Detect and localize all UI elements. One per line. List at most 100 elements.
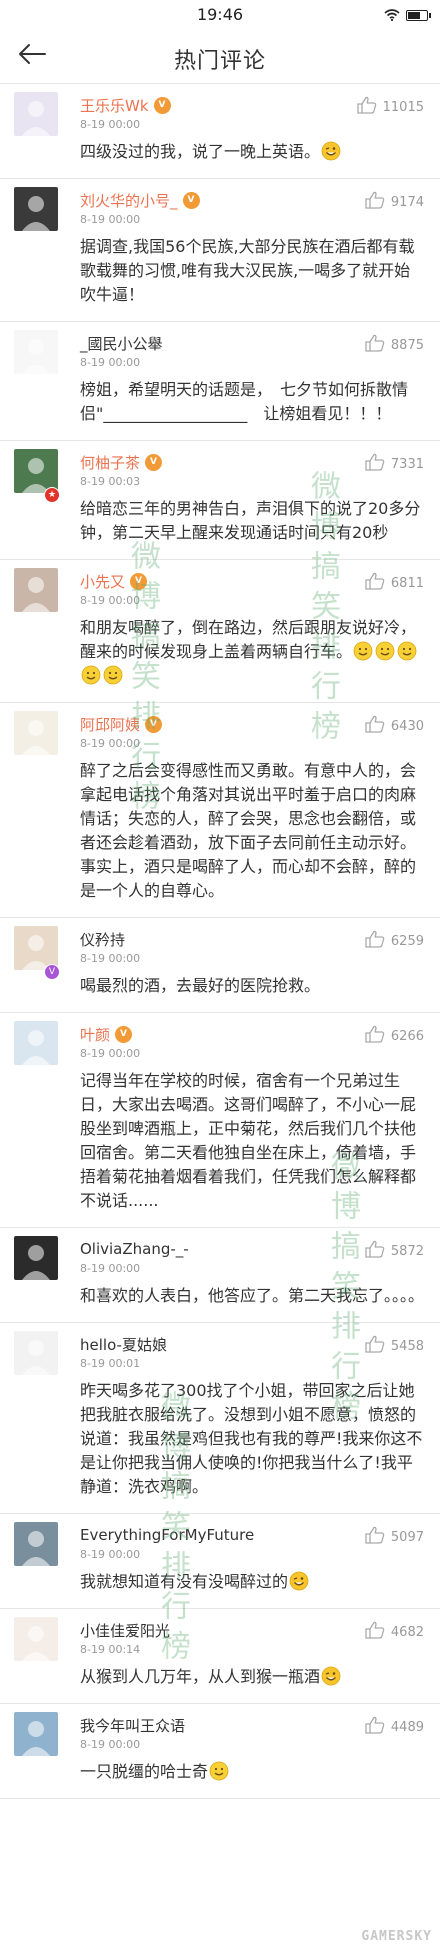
like-button[interactable]: 6259 (365, 930, 424, 952)
user-name[interactable]: 小先又 (80, 571, 125, 592)
like-count: 4489 (390, 1719, 424, 1735)
grin-face-emoji-icon (374, 641, 396, 661)
user-name[interactable]: 何柚子茶 (80, 452, 140, 473)
vip-crown-icon: V (153, 96, 171, 114)
comment-text: 醉了之后会变得感性而又勇敢。有意中人的，会拿起电话找个角落对其说出平时羞于启口的… (80, 761, 417, 900)
vip-crown-icon: V (182, 191, 200, 209)
user-name[interactable]: 王乐乐Wk (80, 95, 149, 116)
thumbs-up-icon (365, 1716, 385, 1738)
user-name[interactable]: OliviaZhang-_- (80, 1240, 189, 1258)
comment-item[interactable]: _國民小公舉 8875 8-19 00:00 榜姐，希望明天的话题是， 七夕节如何拆散… (0, 322, 440, 441)
comment-content: 和朋友喝醉了，倒在路边，然后跟朋友说好冷，醒来的时候发现身上盖着两辆自行车。 (80, 616, 426, 688)
grin-face-emoji-icon (396, 641, 418, 661)
thumbs-up-icon (365, 1240, 385, 1262)
comment-text: 从猴到人几万年，从人到猴一瓶酒 (80, 1667, 321, 1686)
comment-text: 和喜欢的人表白，他答应了。第二天我忘了。。。。 (80, 1286, 425, 1305)
like-count: 5097 (390, 1529, 424, 1545)
comment-text: 榜姐，希望明天的话题是， 七夕节如何拆散情侣"_________________… (80, 380, 409, 423)
comment-item[interactable]: 刘火华的小号_ V 9174 8-19 00:00 据调查,我国56个民族,大部分民族在… (0, 179, 440, 322)
comment-text: 记得当年在学校的时候，宿舍有一个兄弟过生日，大家出去喝酒。这哥们喝醉了，不小心一… (80, 1071, 417, 1210)
comment-item[interactable]: EverythingForMyFuture 5097 8-19 00:00 我就想知道… (0, 1514, 440, 1609)
comment-time: 8-19 00:00 (80, 737, 141, 750)
like-button[interactable]: 6430 (365, 715, 424, 737)
avatar[interactable] (14, 1617, 58, 1661)
comment-content: 昨天喝多花了300找了个小姐，带回家之后让她把我脏衣服给洗了。没想到小姐不愿意，… (80, 1379, 426, 1499)
vip-crown-icon: V (145, 453, 163, 471)
grin-face-emoji-icon (208, 1761, 230, 1781)
like-button[interactable]: 6266 (365, 1025, 424, 1047)
status-icons (384, 6, 431, 25)
user-name[interactable]: 我今年叫王众语 (80, 1715, 185, 1736)
comment-text: 据调查,我国56个民族,大部分民族在酒后都有载歌载舞的习惯,唯有我大汉民族,一喝… (80, 237, 415, 304)
comment-content: 榜姐，希望明天的话题是， 七夕节如何拆散情侣"_________________… (80, 378, 426, 426)
thumbs-up-icon (356, 96, 377, 118)
like-count: 6430 (390, 718, 424, 734)
like-button[interactable]: 7331 (365, 453, 424, 475)
user-name[interactable]: 仪矜持 (80, 929, 125, 950)
comment-item[interactable]: OliviaZhang-_- 5872 8-19 00:00 和喜欢的人表白，他答应了… (0, 1228, 440, 1323)
like-count: 9174 (390, 194, 424, 210)
comment-time: 8-19 00:01 (80, 1357, 141, 1370)
status-bar: 19:46 (0, 0, 440, 28)
thumbs-up-icon (365, 715, 385, 737)
comment-content: 四级没过的我，说了一晚上英语。 (80, 140, 426, 164)
avatar[interactable] (14, 1236, 58, 1280)
like-count: 6266 (390, 1028, 424, 1044)
avatar[interactable] (14, 1522, 58, 1566)
avatar[interactable] (14, 711, 58, 755)
comment-item[interactable]: hello-夏姑娘 5458 8-19 00:01 昨天喝多花了300找了个小姐，带回… (0, 1323, 440, 1514)
comment-item[interactable]: 阿邱阿姨 V 6430 8-19 00:00 醉了之后会变得感性而又勇敢。有意中人的，会… (0, 703, 440, 918)
like-count: 5458 (390, 1338, 424, 1354)
comment-time: 8-19 00:00 (80, 1047, 141, 1060)
comment-item[interactable]: 王乐乐Wk V 11015 8-19 00:00 四级没过的我，说了一晚上英语。 (0, 84, 440, 179)
grin-face-emoji-icon (102, 665, 124, 685)
comment-item[interactable]: 叶颜 V 6266 8-19 00:00 记得当年在学校的时候，宿舍有一个兄弟过生日，大… (0, 1013, 440, 1228)
like-button[interactable]: 4489 (365, 1716, 424, 1738)
like-button[interactable]: 8875 (365, 334, 424, 356)
user-name[interactable]: 小佳佳爱阳光 (80, 1620, 170, 1641)
like-button[interactable]: 5458 (365, 1335, 424, 1357)
like-count: 6811 (390, 575, 424, 591)
avatar[interactable] (14, 1712, 58, 1756)
nav-bar: 热门评论 (0, 28, 440, 84)
like-button[interactable]: 4682 (365, 1621, 424, 1643)
comment-time: 8-19 00:00 (80, 594, 141, 607)
avatar[interactable] (14, 568, 58, 612)
verified-badge-icon: V (44, 964, 60, 980)
avatar[interactable] (14, 1021, 58, 1065)
comment-item[interactable]: 我今年叫王众语 4489 8-19 00:00 一只脱缰的哈士奇 (0, 1704, 440, 1799)
comment-item[interactable]: V 仪矜持 6259 8-19 00:00 喝最烈的酒，去最好的医院抢救。 (0, 918, 440, 1013)
comment-content: 给暗恋三年的男神告白，声泪俱下的说了20多分钟，第二天早上醒来发现通话时间只有2… (80, 497, 426, 545)
official-badge-icon: ★ (44, 487, 60, 503)
comment-content: 从猴到人几万年，从人到猴一瓶酒 (80, 1665, 426, 1689)
vip-crown-icon: V (145, 715, 163, 733)
comment-item[interactable]: ★ 何柚子茶 V 7331 8-19 00:03 给暗恋三年的男神告白，声泪俱下的说了20… (0, 441, 440, 560)
like-button[interactable]: 9174 (365, 191, 424, 213)
like-button[interactable]: 6811 (365, 572, 424, 594)
comment-content: 和喜欢的人表白，他答应了。第二天我忘了。。。。 (80, 1284, 426, 1308)
like-button[interactable]: 11015 (356, 96, 424, 118)
avatar[interactable] (14, 330, 58, 374)
comment-time: 8-19 00:00 (80, 118, 141, 131)
comment-content: 据调查,我国56个民族,大部分民族在酒后都有载歌载舞的习惯,唯有我大汉民族,一喝… (80, 235, 426, 307)
user-name[interactable]: 刘火华的小号_ (80, 190, 178, 211)
comment-item[interactable]: 小佳佳爱阳光 4682 8-19 00:14 从猴到人几万年，从人到猴一瓶酒 (0, 1609, 440, 1704)
like-button[interactable]: 5872 (365, 1240, 424, 1262)
avatar[interactable] (14, 1331, 58, 1375)
user-name[interactable]: 阿邱阿姨 (80, 714, 140, 735)
grin-face-emoji-icon (80, 665, 102, 685)
comment-time: 8-19 00:00 (80, 356, 141, 369)
user-name[interactable]: _國民小公舉 (80, 333, 163, 354)
comment-item[interactable]: 小先又 V 6811 8-19 00:00 和朋友喝醉了，倒在路边，然后跟朋友说好冷，醒… (0, 560, 440, 703)
comment-list: 王乐乐Wk V 11015 8-19 00:00 四级没过的我，说了一晚上英语。 刘火华的… (0, 84, 440, 1799)
avatar[interactable] (14, 92, 58, 136)
thumbs-up-icon (365, 572, 385, 594)
like-button[interactable]: 5097 (365, 1526, 424, 1548)
thumbs-up-icon (365, 1335, 385, 1357)
avatar[interactable] (14, 187, 58, 231)
comment-text: 我就想知道有没有没喝醉过的 (80, 1572, 289, 1591)
user-name[interactable]: 叶颜 (80, 1024, 110, 1045)
comment-time: 8-19 00:00 (80, 1548, 141, 1561)
user-name[interactable]: hello-夏姑娘 (80, 1334, 167, 1355)
user-name[interactable]: EverythingForMyFuture (80, 1526, 254, 1544)
